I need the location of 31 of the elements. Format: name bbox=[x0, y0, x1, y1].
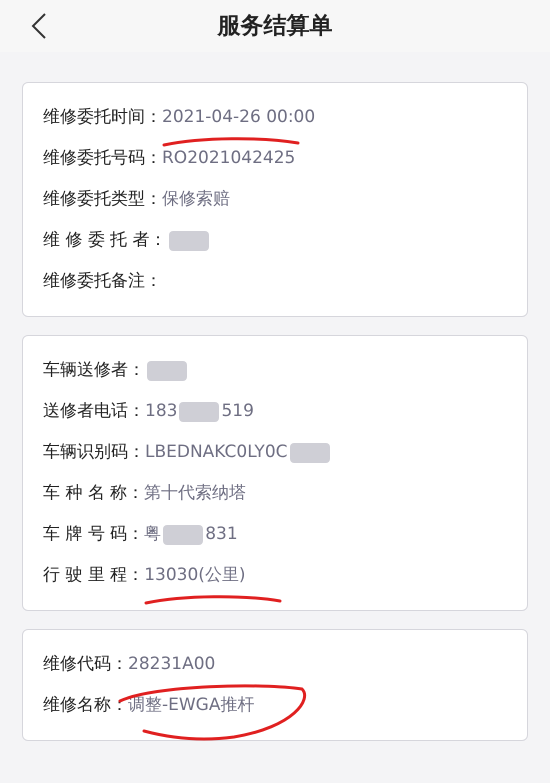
redaction-blur bbox=[147, 360, 187, 380]
field-label: 车辆识别码： bbox=[43, 440, 145, 464]
redaction-blur bbox=[168, 230, 209, 250]
field-label: 车辆送修者： bbox=[43, 358, 145, 382]
field-value: 2021-04-26 00:00 bbox=[162, 106, 316, 129]
field-value: 831 bbox=[205, 522, 238, 546]
field-label: 维修委托号码： bbox=[43, 146, 162, 170]
field-label: 维修委托时间： bbox=[43, 106, 162, 129]
field-label: 车 牌 号 码： bbox=[43, 522, 144, 546]
field-value: 183 bbox=[145, 400, 178, 423]
field-value: RO2021042425 bbox=[162, 146, 296, 170]
field-value: 粤 bbox=[144, 522, 162, 546]
field-label: 送修者电话： bbox=[43, 400, 145, 423]
field-label: 车 种 名 称： bbox=[43, 482, 144, 505]
field-label: 维修代码： bbox=[43, 652, 128, 676]
field-label: 维修委托备注： bbox=[43, 270, 162, 293]
field-value: 调整-EWGA推杆 bbox=[128, 694, 254, 717]
redaction-blur bbox=[290, 442, 330, 462]
field-value: 28231A00 bbox=[128, 652, 216, 676]
redaction-blur bbox=[163, 524, 204, 544]
field-value: 保修索赔 bbox=[162, 188, 230, 211]
field-value: LBEDNAKC0LY0C bbox=[145, 440, 288, 464]
field-label: 维修委托类型： bbox=[43, 188, 162, 211]
field-value: 第十代索纳塔 bbox=[144, 482, 246, 505]
field-value: 13030(公里) bbox=[144, 564, 246, 587]
field-label: 行 驶 里 程： bbox=[43, 564, 144, 587]
field-value: 519 bbox=[221, 400, 254, 423]
redaction-blur bbox=[179, 402, 220, 422]
chevron-left-icon bbox=[31, 12, 47, 40]
page-title: 服务结算单 bbox=[218, 12, 332, 41]
field-label: 维 修 委 托 者： bbox=[43, 228, 167, 252]
